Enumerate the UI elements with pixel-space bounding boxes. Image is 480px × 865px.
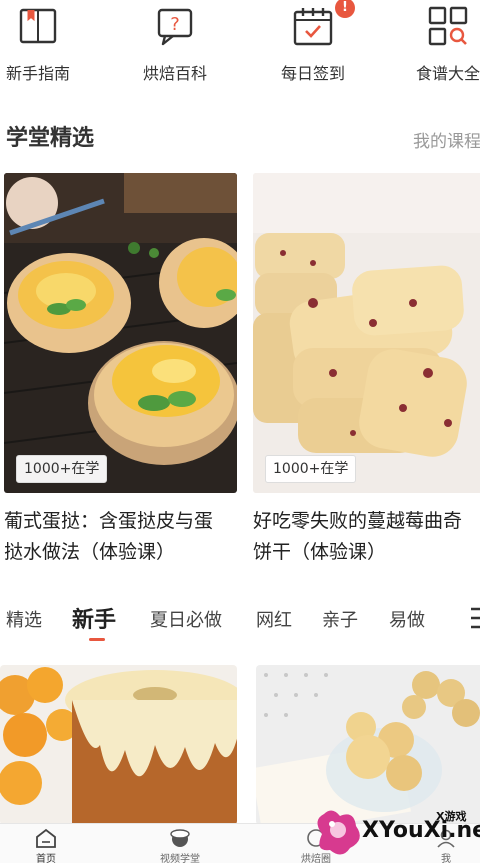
course-title: 好吃零失败的蔓越莓曲奇饼干（体验课） <box>253 510 463 563</box>
category-tabs: 精选 新手 夏日必做 网红 亲子 易做 <box>0 598 480 646</box>
book-bookmark-icon <box>19 8 57 44</box>
quick-entry-bar: 新手指南 ? 烘焙百科 ! 每日签到 食谱大全 <box>0 0 480 96</box>
quick-entry-daily-checkin[interactable]: ! 每日签到 <box>258 0 368 96</box>
notification-badge: ! <box>335 0 355 18</box>
question-bubble-icon: ? <box>157 8 193 46</box>
cranberry-cookie-photo: 1000+在学 <box>253 173 480 493</box>
learners-badge: 1000+在学 <box>265 455 357 483</box>
calendar-check-icon <box>293 8 333 46</box>
quick-entry-label: 烘焙百科 <box>142 64 207 83</box>
tab-parent-child[interactable]: 亲子 <box>322 606 358 632</box>
home-icon <box>36 828 56 848</box>
my-courses-link[interactable]: 我的课程 <box>413 127 480 152</box>
quick-entry-label: 每日签到 <box>280 64 345 83</box>
chef-hat-icon <box>170 829 190 847</box>
egg-tart-photo: 1000+在学 <box>4 173 237 493</box>
tab-easy[interactable]: 易做 <box>389 606 425 632</box>
nav-label: 首页 <box>36 854 56 865</box>
nav-video-school[interactable]: 视频学堂 <box>120 824 240 865</box>
active-tab-indicator <box>89 638 105 641</box>
nav-label: 视频学堂 <box>160 854 200 865</box>
course-title: 葡式蛋挞：含蛋挞皮与蛋挞水做法（体验课） <box>4 510 214 563</box>
orange-chiffon-cake-photo <box>0 665 237 825</box>
quick-entry-baking-wiki[interactable]: ? 烘焙百科 <box>120 0 230 96</box>
section-title: 学堂精选 <box>6 126 95 151</box>
quick-entry-label: 新手指南 <box>5 64 70 83</box>
tab-summer[interactable]: 夏日必做 <box>150 606 222 632</box>
learners-badge: 1000+在学 <box>16 455 108 483</box>
tab-beginner[interactable]: 新手 <box>72 602 116 634</box>
quick-entry-beginner-guide[interactable]: 新手指南 <box>0 0 93 96</box>
tab-menu-icon[interactable] <box>468 606 480 630</box>
quick-entry-label: 食谱大全 <box>415 64 480 83</box>
grid-search-icon <box>428 6 468 46</box>
recipe-preview-card[interactable] <box>0 665 237 825</box>
svg-text:?: ? <box>170 14 180 35</box>
nav-home[interactable]: 首页 <box>0 824 106 865</box>
tab-featured[interactable]: 精选 <box>6 606 42 632</box>
watermark-text: XYouXi.net <box>362 818 480 843</box>
tab-trending[interactable]: 网红 <box>256 606 292 632</box>
quick-entry-recipes[interactable]: 食谱大全 <box>393 0 480 96</box>
